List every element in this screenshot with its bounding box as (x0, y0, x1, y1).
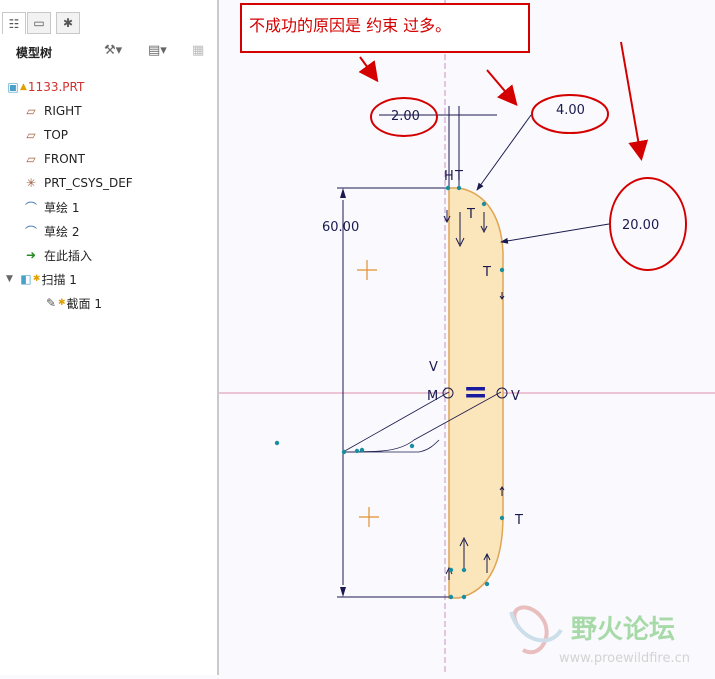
expand-arrow-icon[interactable]: ▼ (6, 274, 13, 284)
tree-icon: ☷ (8, 16, 20, 31)
watermark-title: 野火论坛 (571, 615, 675, 645)
annotation-text: 不成功的原因是 约束 过多。 (249, 16, 451, 35)
watermark: 野火论坛 www.proewildfire.cn (509, 605, 690, 666)
horizontal-constraint: H (444, 169, 454, 184)
tree-item-part[interactable]: ▣ ▲ 1133.PRT (6, 76, 84, 98)
settings-tools-icon[interactable]: ⚒▾ (104, 43, 122, 58)
model-tree-panel: ☷ ▭ ✱ 模型树 ⚒▾ ▤▾ ▦ ▣ ▲ 1133.PRT ▱ RIGHT ▱… (0, 0, 219, 675)
csys-icon: ✳ (25, 176, 37, 190)
equal-constraint: = (463, 375, 488, 410)
dimension-60-value: 60.00 (322, 220, 359, 235)
tree-item-sweep[interactable]: ▼ ◧ ✱ 扫描 1 (6, 268, 77, 290)
dimension-4[interactable]: 4.00 (476, 103, 585, 191)
tab-favorites[interactable]: ✱ (56, 12, 80, 34)
tree-item-label: TOP (44, 128, 69, 142)
tangent-constraint: T (454, 169, 463, 184)
tree-item-label: 1133.PRT (27, 80, 85, 94)
datum-plane-icon: ▱ (26, 104, 36, 118)
watermark-url: www.proewildfire.cn (559, 651, 690, 666)
tree-item-top[interactable]: ▱ TOP (24, 124, 68, 146)
dimension-2-value: 2.00 (391, 109, 420, 124)
filter-icon[interactable]: ▦ (192, 43, 204, 58)
sweep-new-icon: ✱ (32, 274, 41, 284)
tree-item-section[interactable]: ✎ ✱ 截面 1 (44, 292, 102, 314)
tree-item-csys[interactable]: ✳ PRT_CSYS_DEF (24, 172, 133, 194)
tree-item-sketch-1[interactable]: ⌒ 草绘 1 (24, 196, 79, 218)
vertical-constraint: V (511, 389, 520, 404)
tree-item-sketch-2[interactable]: ⌒ 草绘 2 (24, 220, 79, 242)
tree-item-label: 草绘 1 (44, 200, 80, 215)
sketch-icon: ⌒ (24, 224, 37, 239)
tree-item-insert-here[interactable]: ➜ 在此插入 (24, 244, 92, 266)
datum-plane-icon: ▱ (26, 152, 36, 166)
section-icon: ✎ (45, 296, 57, 310)
dimension-20[interactable]: 20.00 (500, 218, 659, 244)
tree-item-label: RIGHT (44, 104, 82, 118)
watermark-logo-swoosh-icon (509, 611, 563, 643)
panel-tabs: ☷ ▭ ✱ (0, 10, 217, 36)
tangent-constraint: T (514, 513, 523, 528)
tree-item-label: 扫描 1 (41, 272, 77, 287)
tree-item-label: 截面 1 (66, 296, 102, 311)
insert-arrow-icon: ➜ (25, 248, 37, 262)
dimension-4-value: 4.00 (556, 103, 585, 118)
sketch-icon: ⌒ (24, 200, 37, 215)
show-options-icon[interactable]: ▤▾ (148, 43, 167, 58)
part-warning-icon: ▲ (20, 82, 27, 92)
part-icon: ▣ (7, 80, 19, 94)
tab-model-tree[interactable]: ☷ (2, 12, 26, 34)
tree-item-label: 草绘 2 (44, 224, 80, 239)
sketch-canvas[interactable]: 野火论坛 www.proewildfire.cn 60.00 2.00 4.00 (219, 0, 715, 675)
midpoint-constraint: M (427, 389, 438, 404)
tree-item-label: 在此插入 (44, 248, 93, 263)
folder-icon: ▭ (33, 16, 45, 30)
model-tree-title: 模型树 (16, 46, 53, 60)
dimension-2[interactable]: 2.00 (379, 106, 497, 188)
datum-plane-icon: ▱ (26, 128, 36, 142)
graphics-area[interactable]: 野火论坛 www.proewildfire.cn 60.00 2.00 4.00 (219, 0, 715, 675)
sweep-icon: ◧ (20, 272, 32, 286)
tangent-constraint: T (482, 265, 491, 280)
tab-folder-browser[interactable]: ▭ (27, 12, 51, 34)
tree-item-right[interactable]: ▱ RIGHT (24, 100, 82, 122)
model-tree-toolbar: 模型树 ⚒▾ ▤▾ ▦ (0, 41, 217, 65)
tree-item-label: PRT_CSYS_DEF (44, 176, 133, 190)
red-arrow-1 (358, 56, 379, 83)
favorites-icon: ✱ (62, 16, 74, 30)
red-arrow-2 (486, 69, 518, 107)
tree-item-front[interactable]: ▱ FRONT (24, 148, 85, 170)
section-new-icon: ✱ (58, 298, 66, 308)
tangent-constraint: T (466, 207, 475, 222)
red-arrow-3 (620, 41, 649, 161)
tree-item-label: FRONT (44, 152, 85, 166)
vertical-constraint: V (429, 360, 438, 375)
dimension-20-value: 20.00 (622, 218, 659, 233)
